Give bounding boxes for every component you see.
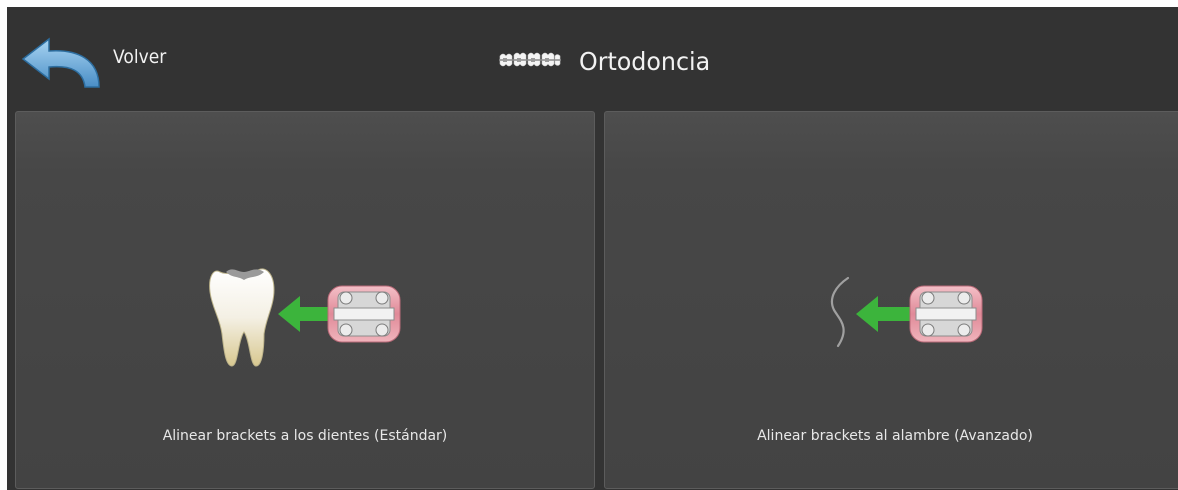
option-label: Alinear brackets al alambre (Avanzado) [757,428,1033,444]
undo-arrow-icon [21,37,100,88]
page-title-group: Ortodoncia [497,41,717,81]
option-card-align-to-teeth[interactable]: Alinear brackets a los dientes (Estándar… [15,111,595,489]
option-label: Alinear brackets a los dientes (Estándar… [162,428,448,444]
option-card-align-to-wire[interactable]: Alinear brackets al alambre (Avanzado) [604,111,1178,489]
app-window: Volver Ortodoncia Alinear brackets a los… [7,7,1178,490]
braces-icon [499,52,561,67]
back-label: Volver [113,46,167,68]
wire-bracket-align-icon [830,276,983,348]
page-title: Ortodoncia [579,46,711,76]
header-bar: Volver Ortodoncia [7,7,1178,110]
back-button[interactable]: Volver [19,33,199,89]
tooth-bracket-align-icon [209,268,401,367]
